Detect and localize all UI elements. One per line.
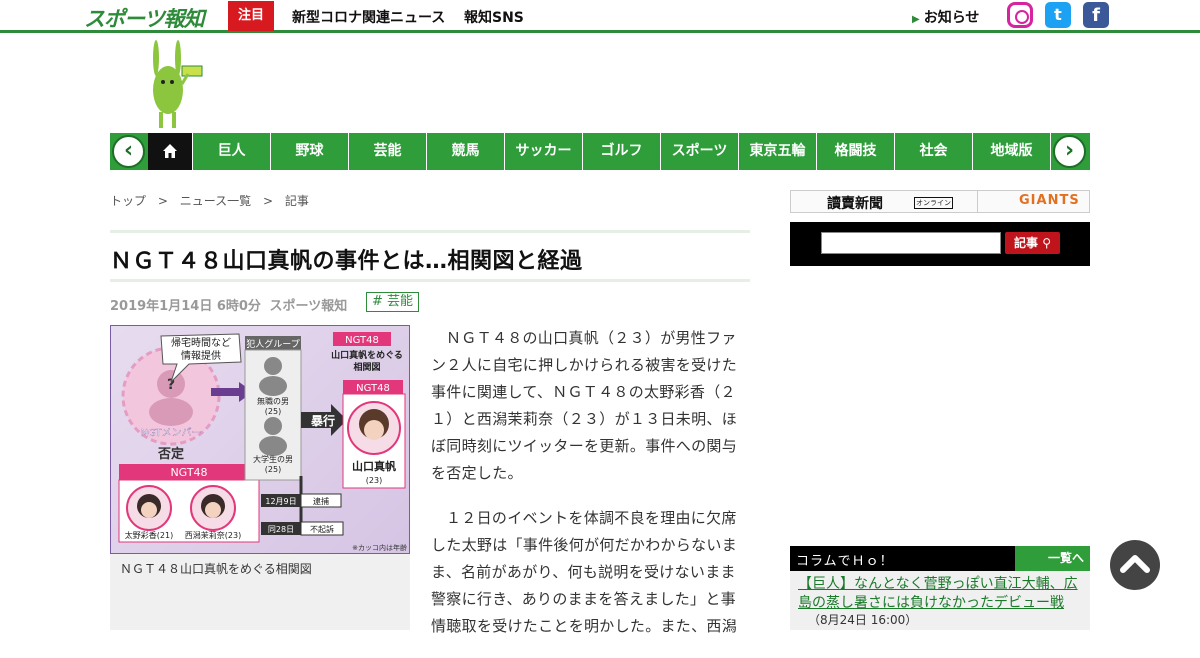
image-caption-area: ＮＧＴ４８山口真帆をめぐる相関図 — [110, 554, 410, 630]
column-article-link[interactable]: 【巨人】なんとなく菅野っぽい直江大輔、広島の蒸し暑さには負けなかったデビュー戦 — [798, 575, 1084, 613]
article-paragraph: ＮＧＴ４８の山口真帆（２３）が男性ファン２人に自宅に押しかけられる被害を受けた事… — [431, 329, 738, 482]
nav-item-giants[interactable]: 巨人 — [192, 133, 270, 170]
breadcrumb-separator: > — [157, 194, 168, 208]
nav-item-society[interactable]: 社会 — [894, 133, 972, 170]
figure-release-date: 同28日 — [268, 525, 294, 534]
column-list: 【巨人】なんとなく菅野っぽい直江大輔、広島の蒸し暑さには負けなかったデビュー戦 … — [790, 571, 1090, 630]
yomiuri-link[interactable]: 讀賣新聞 — [827, 193, 883, 213]
chevron-left-icon: ‹ — [112, 135, 145, 168]
category-tag[interactable]: # 芸能 — [366, 292, 420, 312]
site-logo[interactable]: スポーツ報知 — [84, 3, 208, 31]
svg-text:大学生の男: 大学生の男 — [253, 454, 293, 464]
mascot-image — [153, 40, 203, 128]
article-source: スポーツ報知 — [269, 299, 348, 314]
breadcrumb-news-list[interactable]: ニュース一覧 — [180, 194, 251, 208]
article-date: 2019年1月14日 6時0分 — [110, 299, 261, 314]
relationship-diagram: ? NGTメンバー 帰宅時間など 情報提供 否定 NGT48 太野彩香(21) … — [118, 332, 407, 552]
figure-arrest-date: 12月9日 — [265, 497, 296, 506]
chevron-up-icon — [1120, 555, 1150, 573]
facebook-icon[interactable]: f — [1083, 2, 1109, 28]
nav-prev-button[interactable]: ‹ — [110, 133, 148, 170]
column-article-date: （8月24日 16:00） — [808, 613, 918, 627]
svg-text:(25): (25) — [265, 407, 281, 416]
nav-item-martial-arts[interactable]: 格闘技 — [816, 133, 894, 170]
home-icon — [163, 144, 177, 158]
breadcrumb-top[interactable]: トップ — [110, 194, 146, 208]
search-button-label: 記事 — [1014, 236, 1039, 250]
figure-nishigata-label: 西潟茉莉奈(23) — [185, 530, 241, 540]
breadcrumb: トップ > ニュース一覧 > 記事 — [110, 192, 317, 209]
search-panel: 記事 ⚲ — [790, 222, 1090, 266]
figure-info-line2: 情報提供 — [181, 349, 221, 362]
column-title: コラムでＨｏ！ — [796, 554, 894, 569]
twitter-icon[interactable]: t — [1045, 2, 1071, 28]
svg-text:相関図: 相関図 — [353, 361, 380, 373]
main-nav: ‹ 巨人 野球 芸能 競馬 サッカー ゴルフ スポーツ 東京五輪 格闘技 社会 … — [110, 133, 1090, 170]
hochi-sns-link[interactable]: 報知SNS — [464, 7, 524, 27]
svg-text:(25): (25) — [265, 465, 281, 474]
column-header: コラムでＨｏ！ 一覧へ — [790, 546, 1090, 571]
divider — [977, 191, 978, 212]
scroll-top-button[interactable] — [1110, 540, 1160, 590]
figure-ngt48-top: NGT48 — [345, 335, 379, 346]
chevron-right-icon: › — [1053, 135, 1086, 168]
figure-ota-label: 太野彩香(21) — [125, 530, 173, 540]
nav-item-baseball[interactable]: 野球 — [270, 133, 348, 170]
nav-item-regional[interactable]: 地域版 — [972, 133, 1050, 170]
triangle-right-icon: ▶ — [912, 14, 920, 25]
figure-ngt48-left: NGT48 — [170, 466, 207, 479]
search-icon: ⚲ — [1042, 236, 1051, 250]
image-caption: ＮＧＴ４８山口真帆をめぐる相関図 — [120, 562, 312, 576]
figure-yamaguchi-label: 山口真帆 — [352, 459, 396, 473]
figure-assault-label: 暴行 — [310, 413, 335, 428]
top-bar: スポーツ報知 注目 新型コロナ関連ニュース 報知SNS ▶ お知らせ t f — [0, 0, 1200, 33]
search-button[interactable]: 記事 ⚲ — [1005, 232, 1060, 254]
figure-release-label: 不起訴 — [310, 524, 334, 534]
svg-text:無職の男: 無職の男 — [257, 396, 289, 406]
figure-info-line1: 帰宅時間など — [171, 336, 231, 349]
search-input[interactable] — [821, 232, 1001, 254]
breadcrumb-article: 記事 — [284, 194, 309, 208]
figure-member-label: NGTメンバー — [141, 427, 202, 439]
nav-item-golf[interactable]: ゴルフ — [582, 133, 660, 170]
covid-news-link[interactable]: 新型コロナ関連ニュース — [292, 7, 445, 27]
oshirase-link[interactable]: ▶ お知らせ — [912, 7, 979, 27]
article-meta: 2019年1月14日 6時0分 スポーツ報知 — [110, 295, 347, 314]
article-body: ＮＧＴ４８の山口真帆（２３）が男性ファン２人に自宅に押しかけられる被害を受けた事… — [431, 325, 749, 658]
yomiuri-online-badge: オンライン — [914, 197, 953, 209]
figure-arrest-label: 逮捕 — [313, 496, 329, 506]
oshirase-label: お知らせ — [923, 10, 980, 26]
figure-deny-label: 否定 — [157, 446, 184, 462]
article-paragraph: １２日のイベントを体調不良を理由に欠席した太野は「事件後何が何だかわからないまま… — [431, 509, 738, 635]
nav-home-button[interactable] — [148, 133, 192, 170]
giants-link[interactable]: GIANTS — [1019, 193, 1080, 208]
headline-container: ＮＧＴ４８山口真帆の事件とは…相関図と経過 — [110, 230, 750, 282]
nav-item-horse-racing[interactable]: 競馬 — [426, 133, 504, 170]
breadcrumb-separator: > — [262, 194, 274, 208]
notice-tag: 注目 — [228, 1, 274, 31]
column-more-link[interactable]: 一覧へ — [1015, 546, 1090, 571]
nav-next-button[interactable]: › — [1050, 133, 1090, 170]
partner-bar: 讀賣新聞 オンライン GIANTS — [790, 190, 1090, 213]
nav-item-tokyo-olympics[interactable]: 東京五輪 — [738, 133, 816, 170]
svg-text:山口真帆をめぐる: 山口真帆をめぐる — [331, 349, 403, 361]
instagram-icon[interactable] — [1007, 2, 1033, 28]
article-image[interactable]: ? NGTメンバー 帰宅時間など 情報提供 否定 NGT48 太野彩香(21) … — [110, 325, 410, 554]
nav-item-sports[interactable]: スポーツ — [660, 133, 738, 170]
nav-item-entertainment[interactable]: 芸能 — [348, 133, 426, 170]
figure-ngt48-right: NGT48 — [356, 383, 390, 394]
figure-group-label: 犯人グループ — [246, 338, 299, 350]
nav-item-soccer[interactable]: サッカー — [504, 133, 582, 170]
figure-yamaguchi-age: (23) — [366, 476, 382, 485]
article-title: ＮＧＴ４８山口真帆の事件とは…相関図と経過 — [110, 249, 583, 274]
figure-note: ※カッコ内は年齢 — [352, 543, 407, 552]
